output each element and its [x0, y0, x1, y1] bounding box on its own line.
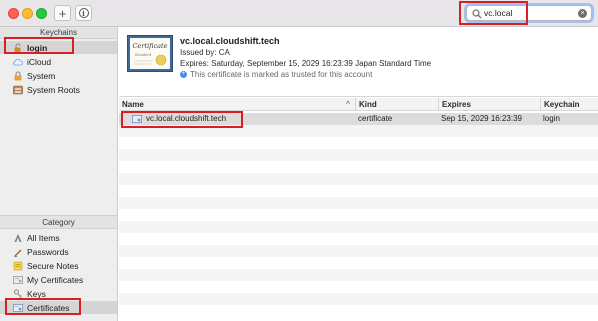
cell-name-text: vc.local.cloudshift.tech [146, 114, 227, 123]
info-icon: i [78, 8, 89, 18]
sidebar-item-label: Passwords [27, 246, 69, 257]
zoom-window-button[interactable] [36, 8, 47, 19]
empty-row [119, 269, 598, 281]
sidebar-item-keys[interactable]: Keys [0, 287, 117, 300]
search-input[interactable] [484, 7, 574, 19]
sidebar-item-all-items[interactable]: All Items [0, 231, 117, 244]
search-field[interactable]: × [466, 5, 592, 21]
sidebar-item-passwords[interactable]: Passwords [0, 245, 117, 258]
plus-icon: + [58, 5, 67, 21]
empty-row [119, 185, 598, 197]
certificate-info-panel: Certificate Standard vc.local.cloudshift… [119, 27, 598, 97]
cell-keychain: login [543, 114, 560, 123]
trust-status-text: This certificate is marked as trusted fo… [190, 70, 373, 79]
sidebar-item-label: Certificates [27, 302, 70, 313]
unlocked-padlock-icon [12, 42, 23, 53]
my-cert-icon [12, 275, 23, 285]
title-bar: + i × [0, 0, 598, 27]
sidebar-item-icloud[interactable]: iCloud [0, 55, 117, 68]
clear-search-icon[interactable]: × [578, 9, 587, 18]
certificate-icon [132, 115, 142, 123]
empty-row [119, 221, 598, 233]
table-row[interactable]: vc.local.cloudshift.tech certificate Sep… [119, 113, 598, 125]
empty-row [119, 173, 598, 185]
sidebar-item-label: Secure Notes [27, 260, 79, 271]
column-header-kind[interactable]: Kind [355, 98, 438, 111]
sidebar-item-label: All Items [27, 232, 60, 243]
sidebar-item-my-certificates[interactable]: My Certificates [0, 273, 117, 286]
sort-ascending-icon: ^ [345, 101, 350, 108]
empty-row [119, 257, 598, 269]
trust-status: + This certificate is marked as trusted … [180, 70, 372, 79]
empty-row [119, 197, 598, 209]
sidebar-item-secure-notes[interactable]: Secure Notes [0, 259, 117, 272]
cell-expires: Sep 15, 2029 16:23:39 [441, 114, 522, 123]
empty-row [119, 233, 598, 245]
column-header-keychain[interactable]: Keychain [540, 98, 598, 111]
sidebar-item-system[interactable]: System [0, 69, 117, 82]
empty-row [119, 125, 598, 137]
keychains-header: Keychains [0, 27, 117, 39]
sidebar-item-label: System [27, 70, 56, 81]
sidebar-item-label: System Roots [27, 84, 80, 95]
cloud-icon [12, 57, 23, 67]
empty-row [119, 305, 598, 317]
empty-row [119, 293, 598, 305]
cabinet-icon [12, 85, 23, 95]
empty-row [119, 281, 598, 293]
certificate-image-subtitle: Standard [135, 53, 152, 57]
certificate-icon [12, 303, 23, 313]
category-header: Category [0, 215, 117, 229]
search-icon [472, 9, 482, 19]
column-header-expires[interactable]: Expires [438, 98, 540, 111]
items-table: Name ^ Kind Expires Keychain vc.local.cl… [119, 98, 598, 321]
certificate-expires: Expires: Saturday, September 15, 2029 16… [180, 59, 432, 68]
certificate-title: vc.local.cloudshift.tech [180, 36, 280, 46]
close-window-button[interactable] [8, 8, 19, 19]
sidebar: Keychains login iCloud System System Roo… [0, 27, 118, 321]
sidebar-item-login[interactable]: login [0, 41, 117, 54]
add-item-button[interactable]: + [54, 5, 71, 21]
key-icon [12, 289, 23, 299]
empty-row [119, 149, 598, 161]
empty-row [119, 245, 598, 257]
certificate-issuer: Issued by: CA [180, 48, 230, 57]
empty-row [119, 209, 598, 221]
padlock-icon [12, 70, 23, 81]
plus-badge-icon: + [180, 71, 187, 78]
empty-row [119, 161, 598, 173]
table-header: Name ^ Kind Expires Keychain [119, 98, 598, 111]
sidebar-item-system-roots[interactable]: System Roots [0, 83, 117, 96]
empty-row [119, 137, 598, 149]
sidebar-item-certificates[interactable]: Certificates [0, 301, 117, 314]
column-header-name[interactable]: Name ^ [119, 98, 355, 111]
all-items-icon [12, 233, 23, 243]
certificate-image-title: Certificate [133, 42, 168, 50]
pen-icon [12, 247, 23, 257]
sidebar-item-label: My Certificates [27, 274, 84, 285]
minimize-window-button[interactable] [22, 8, 33, 19]
cell-name: vc.local.cloudshift.tech [129, 113, 349, 125]
note-icon [12, 261, 23, 271]
sidebar-item-label: login [27, 42, 48, 53]
get-info-button[interactable]: i [75, 5, 92, 21]
sidebar-item-label: iCloud [27, 56, 52, 67]
sidebar-item-label: Keys [27, 288, 46, 299]
certificate-image-icon: Certificate Standard [127, 35, 173, 72]
cell-kind: certificate [358, 114, 393, 123]
